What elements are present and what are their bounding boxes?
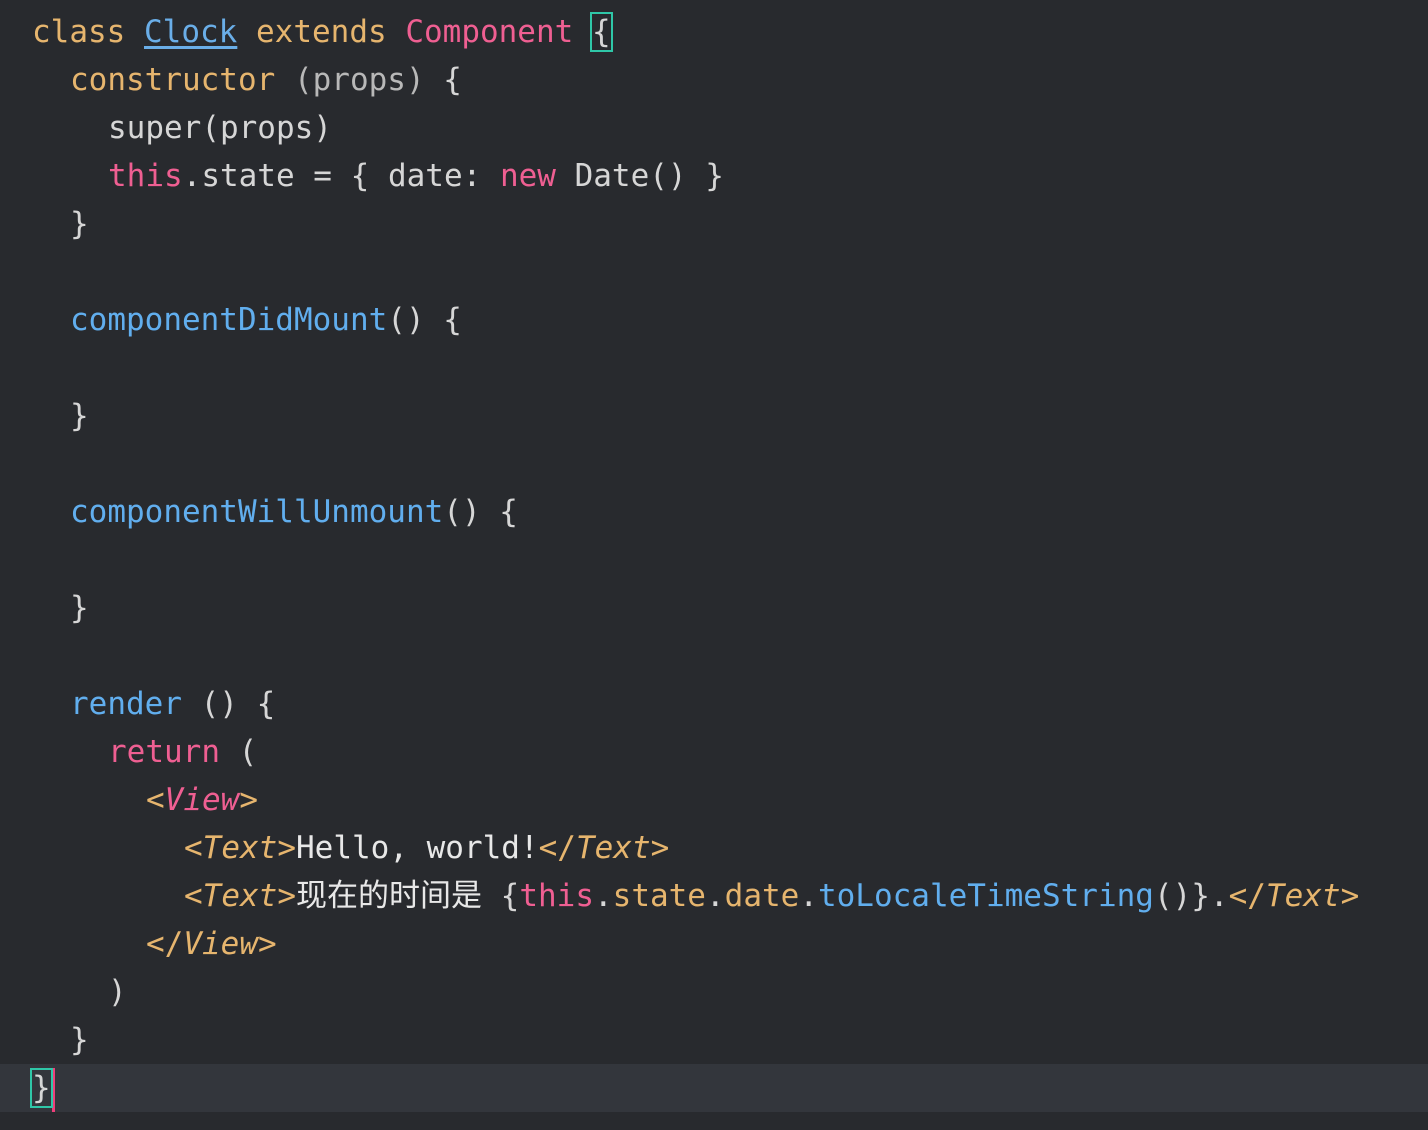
jsx-text-content-chinese: 现在的时间是	[296, 878, 482, 914]
close-brace: }	[70, 206, 89, 242]
jsx-open-bracket: <	[146, 782, 165, 818]
jsx-end-open-bracket: </	[538, 830, 576, 866]
method-name: componentDidMount	[70, 302, 388, 338]
state-assign: .state = { date:	[182, 158, 500, 194]
date-prop: date	[724, 878, 800, 914]
close-brace: }	[70, 590, 89, 626]
jsx-close-bracket: >	[239, 782, 258, 818]
dot: .	[799, 878, 818, 914]
jsx-close-bracket: >	[650, 830, 670, 866]
code-line-1: class Clock extends Component {	[0, 8, 1428, 56]
code-line-15: render () {	[0, 680, 1428, 728]
text-cursor	[51, 1067, 55, 1112]
keyword-extends: extends	[256, 14, 387, 50]
date-ctor: Date() }	[555, 158, 724, 194]
new-keyword: new	[499, 158, 556, 194]
close-paren: )	[108, 974, 127, 1010]
jsx-end-open-bracket: </	[1228, 878, 1266, 914]
code-line-21: )	[0, 968, 1428, 1016]
jsx-tag-text: Text	[202, 830, 278, 866]
dot: .	[705, 878, 725, 914]
matched-close-brace: }	[30, 1068, 53, 1108]
code-line-11: componentWillUnmount() {	[0, 488, 1428, 536]
close-brace: }	[70, 1022, 89, 1058]
method-signature: () {	[387, 302, 462, 338]
open-paren: (	[219, 734, 258, 770]
open-brace: {	[424, 62, 462, 98]
expr-open-brace: {	[482, 878, 520, 914]
dot: .	[593, 878, 613, 914]
jsx-tag-text: Text	[1265, 878, 1341, 914]
jsx-tag-view: View	[164, 782, 240, 818]
jsx-close-bracket: >	[1340, 878, 1360, 914]
expr-close-brace: }.	[1191, 878, 1229, 914]
code-line-9: }	[0, 392, 1428, 440]
code-line-19: <Text>现在的时间是 {this.state.date.toLocaleTi…	[0, 872, 1428, 920]
state-prop: state	[612, 878, 706, 914]
jsx-close-bracket: >	[277, 830, 296, 866]
code-line-22: }	[0, 1016, 1428, 1064]
code-line-23-current[interactable]: }	[0, 1064, 1428, 1112]
return-keyword: return	[108, 734, 220, 770]
code-line-4: this.state = { date: new Date() }	[0, 152, 1428, 200]
code-line-13: }	[0, 584, 1428, 632]
constructor-params: (props)	[293, 62, 425, 98]
this-keyword: this	[519, 878, 594, 914]
code-line-18: <Text>Hello, world!</Text>	[0, 824, 1428, 872]
method-signature: () {	[443, 494, 518, 530]
code-line-7: componentDidMount() {	[0, 296, 1428, 344]
jsx-close-bracket: >	[277, 878, 296, 914]
code-line-20: </View>	[0, 920, 1428, 968]
jsx-tag-text: Text	[575, 830, 651, 866]
method-signature: () {	[181, 686, 276, 722]
jsx-tag-view: View	[183, 926, 258, 962]
jsx-open-bracket: <	[184, 830, 203, 866]
call-parens: ()	[1153, 878, 1192, 914]
method-name: componentWillUnmount	[70, 494, 444, 530]
jsx-end-open-bracket: </	[146, 926, 184, 962]
code-editor[interactable]: class Clock extends Component { construc…	[0, 8, 1428, 1112]
class-name-link[interactable]: Clock	[144, 14, 237, 50]
jsx-text-content: Hello, world!	[296, 830, 539, 866]
constructor-keyword: constructor	[70, 62, 276, 98]
super-call: super(props)	[108, 110, 332, 146]
jsx-open-bracket: <	[184, 878, 203, 914]
keyword-class: class	[32, 14, 126, 50]
code-line-3: super(props)	[0, 104, 1428, 152]
method-call-name: toLocaleTimeString	[817, 878, 1154, 914]
close-brace: }	[70, 398, 89, 434]
code-line-16: return (	[0, 728, 1428, 776]
code-line-5: }	[0, 200, 1428, 248]
code-line-17: <View>	[0, 776, 1428, 824]
method-name: render	[70, 686, 182, 722]
base-class-name: Component	[405, 14, 574, 50]
matched-open-brace: {	[590, 12, 613, 52]
code-line-2: constructor (props) {	[0, 56, 1428, 104]
jsx-tag-text: Text	[202, 878, 278, 914]
jsx-close-bracket: >	[257, 926, 277, 962]
this-keyword: this	[108, 158, 183, 194]
